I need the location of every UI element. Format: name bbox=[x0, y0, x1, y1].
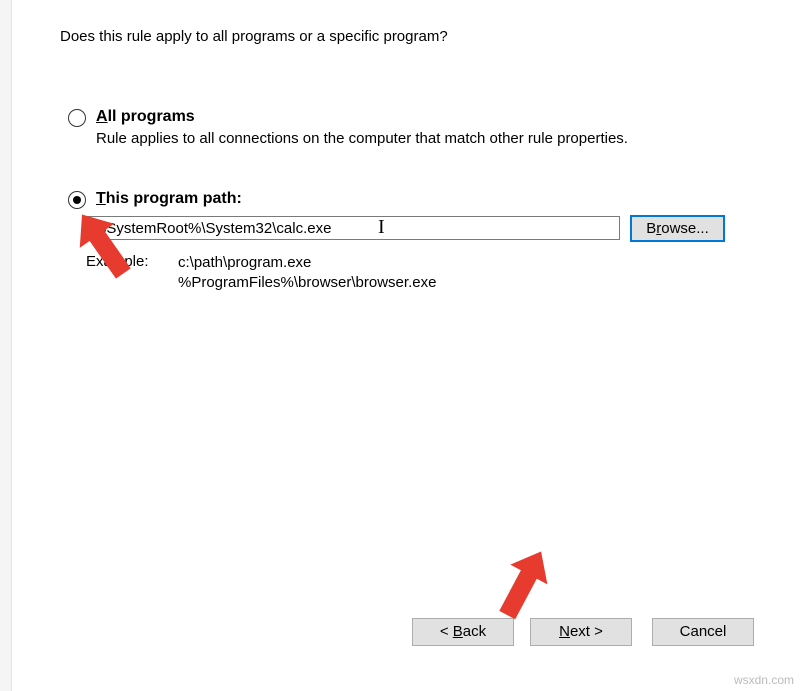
radio-all-programs-label: All programs bbox=[96, 108, 195, 126]
question-text: Does this rule apply to all programs or … bbox=[60, 28, 448, 45]
annotation-arrow-icon bbox=[499, 567, 538, 620]
watermark-text: wsxdn.com bbox=[734, 673, 794, 687]
next-button[interactable]: Next > bbox=[530, 618, 632, 646]
radio-all-programs-desc: Rule applies to all connections on the c… bbox=[96, 130, 628, 147]
browse-button[interactable]: Browse... bbox=[630, 215, 725, 242]
back-button[interactable]: < Back bbox=[412, 618, 514, 646]
radio-all-programs[interactable] bbox=[68, 109, 86, 127]
program-path-input[interactable] bbox=[86, 216, 620, 240]
cancel-button[interactable]: Cancel bbox=[652, 618, 754, 646]
radio-program-path-label: This program path: bbox=[96, 190, 242, 208]
left-panel-edge bbox=[0, 0, 12, 691]
example-paths: c:\path\program.exe %ProgramFiles%\brows… bbox=[178, 253, 436, 292]
radio-program-path[interactable] bbox=[68, 191, 86, 209]
